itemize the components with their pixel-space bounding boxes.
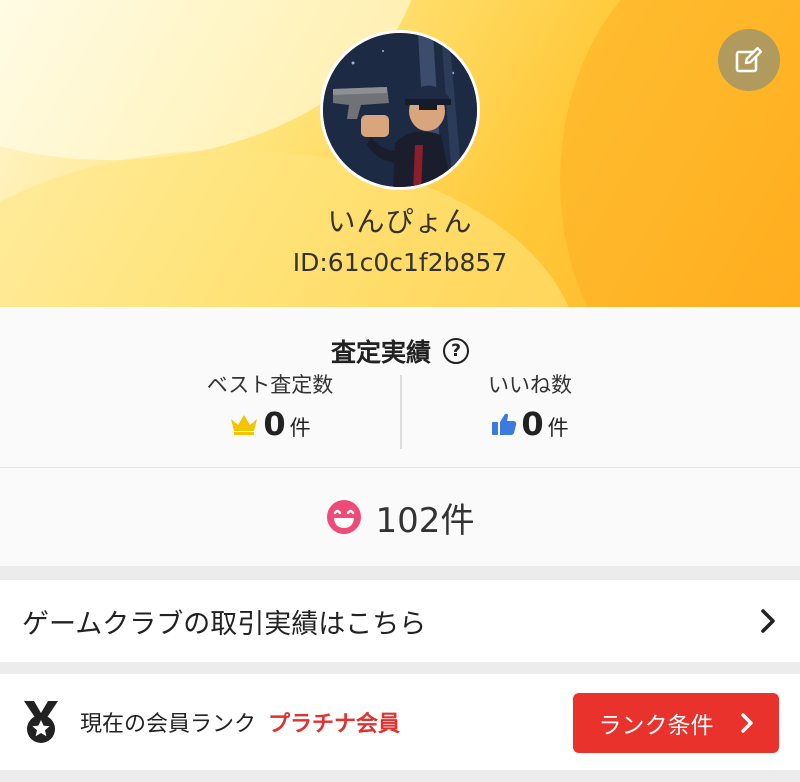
help-icon[interactable]: ?	[443, 338, 469, 364]
likes-count: 0	[521, 405, 544, 443]
medal-icon	[24, 701, 58, 743]
assessment-stats-panel: 査定実績 ? ベスト査定数 0 件 いいね数 0 件	[0, 307, 800, 468]
edit-profile-button[interactable]	[718, 29, 780, 91]
profile-header: いんぴょん ID:61c0c1f2b857	[0, 0, 800, 307]
smile-count-row: 102件	[0, 468, 800, 566]
chevron-right-icon	[761, 609, 775, 633]
member-rank-row: 現在の会員ランク プラチナ会員 ランク条件	[0, 674, 800, 770]
member-rank-label: 現在の会員ランク	[80, 712, 257, 737]
crown-icon	[231, 415, 258, 435]
best-assessment-stat: ベスト査定数 0 件	[120, 369, 420, 443]
rank-conditions-button[interactable]: ランク条件	[573, 693, 779, 753]
smile-count: 102件	[375, 500, 475, 541]
best-assessment-count: 0	[263, 405, 286, 443]
help-symbol: ?	[451, 341, 461, 361]
thumbs-up-icon	[492, 413, 517, 435]
likes-value-row: 0 件	[380, 405, 680, 443]
trade-history-link[interactable]: ゲームクラブの取引実績はこちら	[0, 580, 800, 662]
stats-title-row: 査定実績 ?	[0, 333, 800, 369]
best-assessment-value-row: 0 件	[120, 405, 420, 443]
username: いんぴょん	[327, 205, 473, 238]
stats-title: 査定実績	[330, 338, 431, 367]
best-assessment-label: ベスト査定数	[206, 373, 334, 397]
avatar-image	[323, 33, 477, 187]
rank-conditions-label: ランク条件	[598, 713, 714, 739]
best-assessment-unit: 件	[289, 416, 311, 440]
member-rank-value: プラチナ会員	[268, 712, 401, 737]
trade-history-label: ゲームクラブの取引実績はこちら	[22, 608, 427, 640]
user-id: ID:61c0c1f2b857	[292, 248, 508, 277]
avatar[interactable]	[320, 30, 480, 190]
likes-stat: いいね数 0 件	[380, 369, 680, 443]
chevron-right-icon	[740, 713, 753, 733]
edit-icon	[735, 47, 763, 73]
likes-label: いいね数	[488, 373, 572, 397]
grinning-face-icon	[326, 500, 361, 534]
likes-unit: 件	[547, 416, 569, 440]
